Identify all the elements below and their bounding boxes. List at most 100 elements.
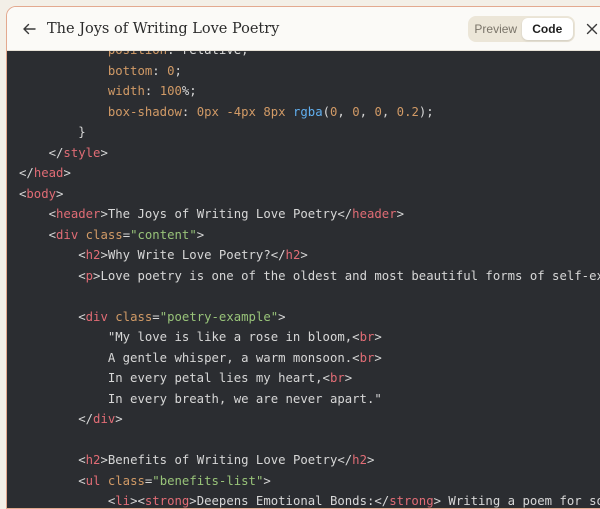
code-token: </	[19, 145, 64, 160]
code-token: 100	[159, 84, 182, 98]
code-tab[interactable]: Code	[521, 18, 573, 40]
code-token: >	[263, 473, 271, 488]
code-token: <	[19, 207, 57, 221]
code-token: class	[115, 309, 153, 324]
code-token: div	[93, 412, 116, 426]
code-token: <	[19, 473, 86, 488]
code-token: <	[19, 227, 57, 242]
code-line: }	[19, 122, 600, 143]
code-token: h2	[85, 248, 101, 262]
code-token: </	[19, 166, 34, 180]
code-line: In every petal lies my heart,<br>	[19, 368, 600, 389]
code-token: body	[26, 186, 57, 201]
code-block: position: relative; bottom: 0; width: 10…	[19, 51, 600, 508]
code-token: <	[19, 453, 86, 467]
code-token: >	[278, 309, 286, 324]
code-token: br	[359, 350, 375, 365]
code-token: "poetry-example"	[159, 309, 279, 324]
code-token: >	[374, 350, 382, 365]
code-token: ul	[85, 473, 101, 488]
code-token: >Love poetry is one of the oldest and mo…	[93, 268, 600, 283]
code-token: >	[374, 330, 382, 344]
code-token: > Writing a poem for some	[433, 494, 600, 508]
code-token: >	[300, 248, 308, 262]
code-token: 0.2	[396, 104, 419, 119]
code-token: class	[85, 227, 123, 242]
code-token: >	[100, 145, 108, 160]
code-line: <body>	[19, 184, 600, 205]
close-icon	[586, 23, 598, 35]
code-line: <p>Love poetry is one of the oldest and …	[19, 266, 600, 287]
code-token: );	[418, 104, 434, 119]
code-token: <	[19, 309, 86, 324]
code-token: 0	[352, 104, 360, 119]
code-token: :	[152, 63, 168, 78]
code-token: position	[108, 51, 167, 57]
code-token: >	[56, 186, 64, 201]
code-token: br	[329, 371, 345, 385]
code-token: : relative;	[167, 51, 248, 57]
code-line: bottom: 0;	[19, 61, 600, 82]
code-token: header	[352, 207, 397, 221]
code-line: </head>	[19, 163, 600, 184]
code-line: <div class="poetry-example">	[19, 307, 600, 328]
code-token: h2	[352, 453, 367, 467]
code-token: >The Joys of Writing Love Poetry</	[100, 207, 353, 221]
code-token: head	[33, 166, 64, 180]
code-token: -4px	[226, 104, 256, 119]
code-token: =	[152, 309, 160, 324]
code-token: >	[115, 412, 123, 426]
code-token: li	[115, 494, 131, 508]
code-line: <li><strong>Deepens Emotional Bonds:</st…	[19, 491, 600, 508]
code-line: </style>	[19, 143, 600, 164]
code-token: header	[56, 207, 101, 221]
code-token: style	[63, 145, 101, 160]
code-line: </div>	[19, 409, 600, 430]
code-token: A gentle whisper, a warm monsoon.<	[19, 350, 360, 365]
code-token: h2	[285, 248, 301, 262]
code-token: >	[366, 453, 375, 467]
code-token: div	[56, 227, 79, 242]
code-token: %;	[181, 84, 197, 98]
artifact-header: The Joys of Writing Love Poetry Preview …	[7, 7, 600, 51]
close-button[interactable]	[584, 21, 600, 37]
code-token: }	[19, 125, 86, 139]
code-token: class	[107, 473, 145, 488]
code-line: <header>The Joys of Writing Love Poetry<…	[19, 204, 600, 225]
artifact-title: The Joys of Writing Love Poetry	[47, 21, 280, 37]
code-token: 0px	[196, 104, 219, 119]
code-token: >	[396, 207, 404, 221]
code-token: >Benefits of Writing Love Poetry</	[100, 453, 353, 467]
code-token: In every petal lies my heart,<	[19, 371, 330, 385]
preview-tab[interactable]: Preview	[470, 18, 522, 40]
code-token: In every breath, we are never apart."	[19, 391, 382, 406]
view-toggle: Preview Code	[468, 16, 575, 42]
code-token: rgba	[292, 104, 323, 119]
code-line: A gentle whisper, a warm monsoon.<br>	[19, 348, 600, 369]
code-line: position: relative;	[19, 51, 600, 61]
code-token: :	[181, 104, 197, 119]
back-button[interactable]	[19, 19, 39, 39]
code-token: p	[85, 268, 94, 283]
code-token: box-shadow	[107, 104, 182, 119]
code-token: br	[359, 330, 375, 344]
code-line: <div class="content">	[19, 225, 600, 246]
code-token: <	[19, 494, 116, 508]
code-viewer[interactable]: position: relative; bottom: 0; width: 10…	[7, 51, 600, 508]
code-token: ,	[381, 104, 397, 119]
code-token: "content"	[130, 227, 197, 242]
code-token: :	[144, 84, 160, 98]
code-token: ;	[174, 63, 182, 78]
arrow-left-icon	[23, 23, 36, 35]
code-token: ><	[130, 494, 145, 508]
code-token: div	[85, 309, 108, 324]
code-line: width: 100%;	[19, 81, 600, 102]
code-token: >Why Write Love Poetry?</	[100, 248, 286, 262]
code-line: box-shadow: 0px -4px 8px rgba(0, 0, 0, 0…	[19, 102, 600, 123]
code-token: strong	[389, 494, 434, 508]
